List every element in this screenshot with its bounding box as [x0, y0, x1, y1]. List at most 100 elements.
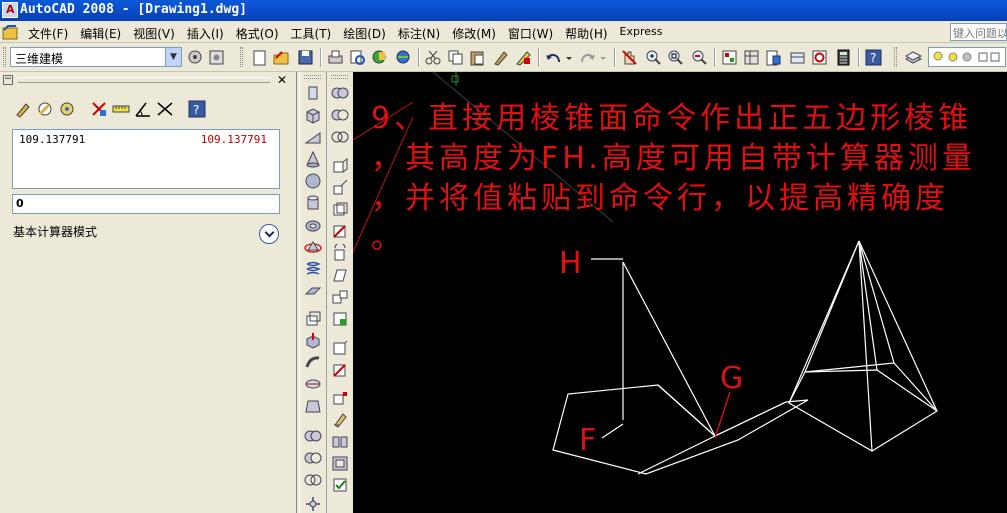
pyramid-icon[interactable]: [304, 238, 322, 256]
offset-faces-icon[interactable]: [331, 200, 349, 218]
polysolid-icon[interactable]: [304, 84, 322, 102]
help-icon[interactable]: ?: [864, 48, 883, 67]
pan-icon[interactable]: [620, 48, 639, 67]
close-icon[interactable]: ✕: [276, 74, 288, 87]
sphere-icon[interactable]: [304, 172, 322, 190]
torus-icon[interactable]: [304, 216, 322, 234]
separate-icon[interactable]: [331, 432, 349, 450]
menu-format[interactable]: 格式(O): [230, 25, 285, 42]
toolbar-grip[interactable]: [894, 47, 897, 67]
copy-faces-icon[interactable]: [331, 288, 349, 306]
rotate-faces-icon[interactable]: [331, 242, 349, 262]
extrude-edges-icon[interactable]: [331, 338, 349, 356]
union-icon[interactable]: [304, 427, 322, 445]
subtract-icon[interactable]: [331, 106, 349, 124]
intersect-icon[interactable]: [304, 471, 322, 489]
chevron-down-icon[interactable]: ▼: [165, 48, 181, 66]
clean-icon[interactable]: [331, 410, 349, 428]
cut-icon[interactable]: [424, 48, 443, 67]
color-edges-icon[interactable]: [331, 360, 349, 378]
properties-icon[interactable]: [720, 48, 739, 67]
save-icon[interactable]: [296, 48, 315, 67]
paste-to-command-line-icon[interactable]: [58, 100, 76, 118]
undo-icon[interactable]: [544, 48, 563, 67]
help-icon[interactable]: ?: [188, 100, 206, 118]
color-faces-icon[interactable]: [331, 310, 349, 328]
clear-icon[interactable]: [14, 100, 32, 118]
toolbar-grip[interactable]: [3, 47, 6, 67]
menu-edit[interactable]: 编辑(E): [74, 25, 127, 42]
menu-express[interactable]: Express: [614, 25, 669, 42]
layer-properties-icon[interactable]: [904, 48, 923, 67]
zoom-window-icon[interactable]: [666, 48, 685, 67]
check-icon[interactable]: [331, 476, 349, 494]
calculator-input[interactable]: 0: [12, 194, 280, 214]
palette-collapse-button[interactable]: −: [3, 75, 13, 85]
sheet-set-manager-icon[interactable]: [788, 48, 807, 67]
clear-history-icon[interactable]: [36, 100, 54, 118]
plot-icon[interactable]: [326, 48, 345, 67]
menu-file[interactable]: 文件(F): [22, 25, 74, 42]
redo-dropdown-icon[interactable]: [598, 48, 608, 67]
move-faces-icon[interactable]: [331, 178, 349, 196]
get-coordinates-icon[interactable]: [90, 100, 108, 118]
publish-icon[interactable]: [370, 48, 389, 67]
wedge-icon[interactable]: [304, 128, 322, 146]
toolbar-grip[interactable]: [304, 75, 321, 79]
loft-icon[interactable]: [304, 397, 322, 415]
history-result[interactable]: 109.137791: [201, 133, 267, 146]
menu-insert[interactable]: 插入(I): [181, 25, 230, 42]
sweep-icon[interactable]: [304, 353, 322, 371]
drawing-canvas[interactable]: 9、直接用棱锥面命令作出正五边形棱锥 ，其高度为FH.高度可用自带计算器测量 ，…: [353, 72, 1007, 513]
subtract-icon[interactable]: [304, 449, 322, 467]
imprint-icon[interactable]: [331, 388, 349, 406]
extrude-icon[interactable]: [304, 309, 322, 327]
workspace-save-icon[interactable]: [207, 48, 226, 67]
menu-help[interactable]: 帮助(H): [559, 25, 613, 42]
revolve-icon[interactable]: [304, 375, 322, 393]
zoom-realtime-icon[interactable]: [644, 48, 663, 67]
workspace-settings-icon[interactable]: [186, 48, 205, 67]
intersect-icon[interactable]: [331, 128, 349, 146]
menu-modify[interactable]: 修改(M): [446, 25, 502, 42]
match-properties-icon[interactable]: [492, 48, 511, 67]
shell-icon[interactable]: [331, 454, 349, 472]
3d-move-icon[interactable]: [304, 495, 322, 513]
toolbar-grip[interactable]: [331, 75, 348, 79]
workspace-select[interactable]: 三维建模 ▼: [10, 47, 182, 67]
help-search-input[interactable]: 键入问题以: [950, 23, 1007, 41]
menu-draw[interactable]: 绘图(D): [337, 25, 392, 42]
menu-tools[interactable]: 工具(T): [285, 25, 338, 42]
menu-view[interactable]: 视图(V): [127, 25, 181, 42]
palette-drag-bar[interactable]: [18, 77, 270, 83]
new-file-icon[interactable]: [250, 48, 269, 67]
box-icon[interactable]: [304, 106, 322, 124]
intersection-icon[interactable]: [156, 100, 174, 118]
planar-surface-icon[interactable]: [304, 282, 322, 300]
expand-chevron-icon[interactable]: [259, 224, 279, 244]
undo-dropdown-icon[interactable]: [564, 48, 574, 67]
etransmit-icon[interactable]: [394, 48, 413, 67]
plot-preview-icon[interactable]: [348, 48, 367, 67]
cone-icon[interactable]: [304, 150, 322, 168]
helix-icon[interactable]: [304, 260, 322, 278]
paste-icon[interactable]: [468, 48, 487, 67]
menu-window[interactable]: 窗口(W): [502, 25, 559, 42]
quickcalc-icon[interactable]: [834, 48, 853, 67]
open-file-icon[interactable]: [272, 48, 291, 67]
design-center-icon[interactable]: [742, 48, 761, 67]
toolbar-grip[interactable]: [240, 47, 243, 67]
redo-icon[interactable]: [578, 48, 597, 67]
calculator-history[interactable]: 109.137791 109.137791: [12, 129, 280, 189]
angle-of-line-icon[interactable]: [134, 100, 152, 118]
markup-set-manager-icon[interactable]: [810, 48, 829, 67]
block-editor-icon[interactable]: [514, 48, 533, 67]
tool-palettes-icon[interactable]: [764, 48, 783, 67]
copy-icon[interactable]: [446, 48, 465, 67]
zoom-previous-icon[interactable]: [690, 48, 709, 67]
document-icon[interactable]: [2, 24, 18, 40]
menu-dimension[interactable]: 标注(N): [392, 25, 446, 42]
distance-between-two-points-icon[interactable]: [112, 100, 130, 118]
presspull-icon[interactable]: [304, 331, 322, 349]
layer-dropdown[interactable]: [928, 47, 1006, 67]
